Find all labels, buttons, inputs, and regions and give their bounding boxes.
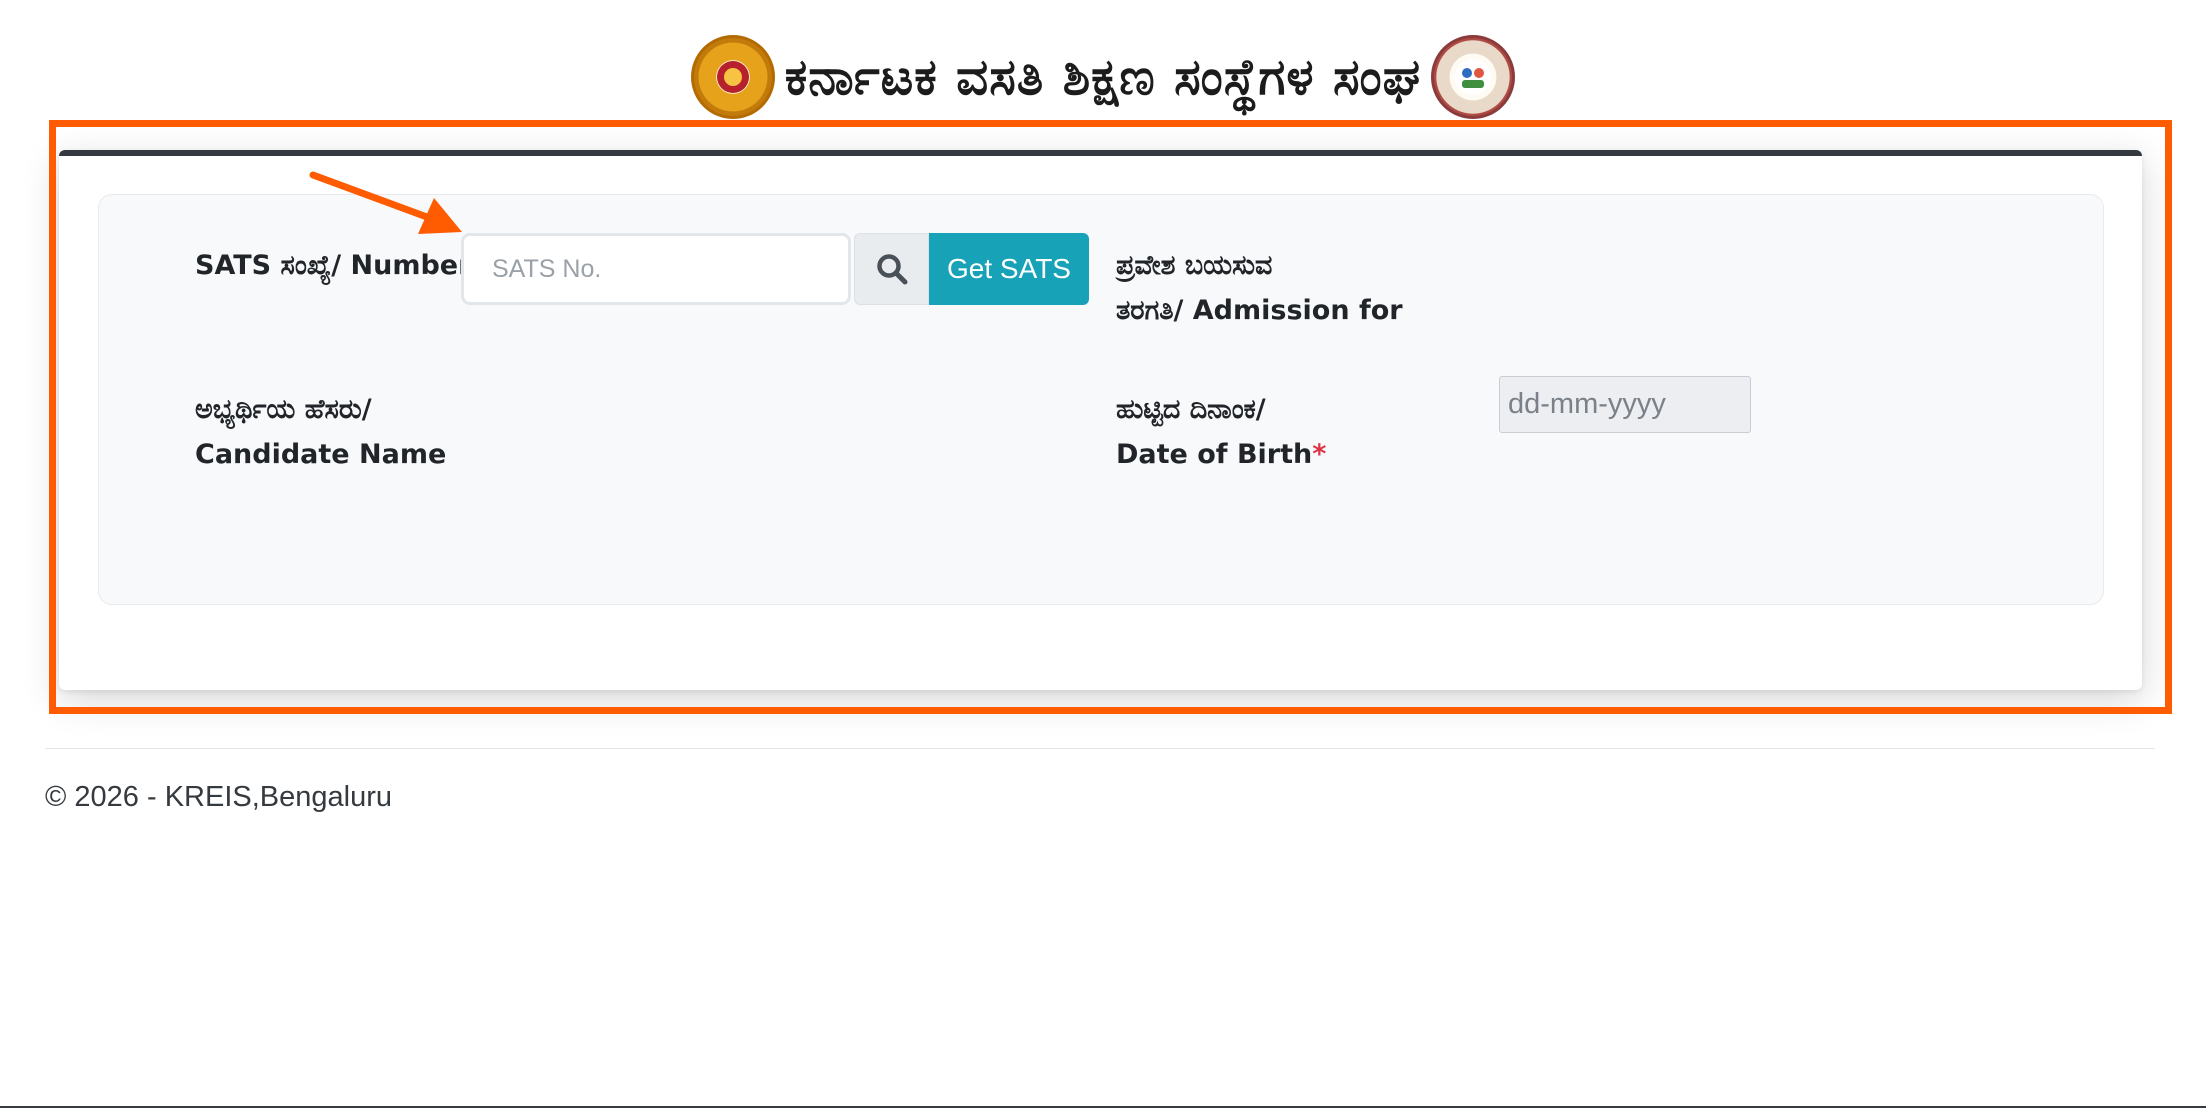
- karnataka-emblem-icon: [690, 35, 775, 119]
- footer-divider: [45, 748, 2155, 749]
- page-header: ಕರ್ನಾಟಕ ವಸತಿ ಶಿಕ್ಷಣ ಸಂಸ್ಥೆಗಳ ಸಂಘ: [0, 30, 2206, 124]
- page-title: ಕರ್ನಾಟಕ ವಸತಿ ಶಿಕ್ಷಣ ಸಂಸ್ಥೆಗಳ ಸಂಘ: [784, 47, 1422, 106]
- annotation-arrow-icon: [309, 171, 462, 234]
- footer-copyright: © 2026 - KREIS,Bengaluru: [45, 781, 393, 813]
- kreis-logo-icon: [1431, 35, 1516, 119]
